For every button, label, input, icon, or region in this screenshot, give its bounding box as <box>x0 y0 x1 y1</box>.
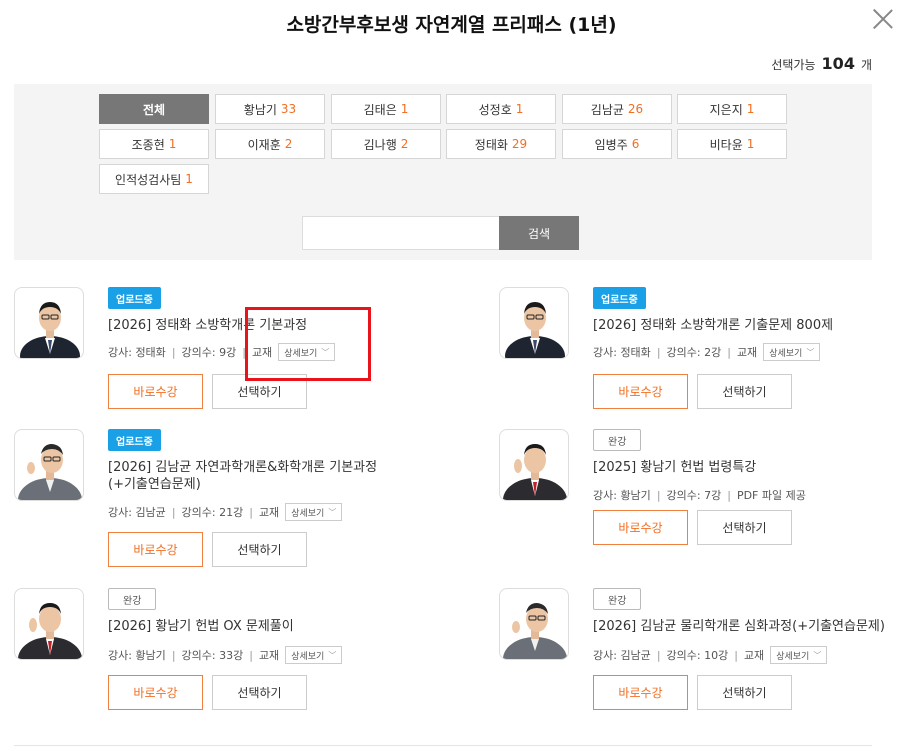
detail-dropdown[interactable]: 상세보기 ﹀ <box>770 646 828 664</box>
teacher-photo <box>14 588 84 660</box>
learn-now-button[interactable]: 바로수강 <box>593 675 688 710</box>
select-button[interactable]: 선택하기 <box>212 675 307 710</box>
detail-dropdown[interactable]: 상세보기 ﹀ <box>285 646 343 664</box>
status-badge: 업로드중 <box>593 287 646 309</box>
filter-chip[interactable]: 김나행 2 <box>331 129 441 159</box>
filter-chip[interactable]: 정태화 29 <box>446 129 556 159</box>
chevron-down-icon: ﹀ <box>806 347 815 357</box>
detail-dropdown[interactable]: 상세보기 ﹀ <box>285 503 343 521</box>
learn-now-button[interactable]: 바로수강 <box>593 374 688 409</box>
select-button[interactable]: 선택하기 <box>697 374 792 409</box>
filter-chip[interactable]: 황남기 33 <box>215 94 325 124</box>
modal-title: 소방간부후보생 자연계열 프리패스 (1년) <box>286 14 617 36</box>
filter-chip[interactable]: 조종현 1 <box>99 129 209 159</box>
teacher-photo <box>14 287 84 359</box>
course-card: 업로드중 [2026] 김남균 자연과학개론&화학개론 기본과정 (+기출연습문… <box>14 429 404 569</box>
course-meta: 강사: 김남균 | 강의수: 21강 | 교재 상세보기 ﹀ <box>108 503 343 521</box>
filter-chip[interactable]: 임병주 6 <box>562 129 672 159</box>
status-badge: 완강 <box>108 588 157 610</box>
teacher-photo <box>499 588 569 660</box>
select-button[interactable]: 선택하기 <box>212 374 307 409</box>
filter-chip[interactable]: 김태은 1 <box>331 94 441 124</box>
filter-chip[interactable]: 김남균 26 <box>562 94 672 124</box>
select-button[interactable]: 선택하기 <box>697 675 792 710</box>
status-badge: 업로드중 <box>108 429 161 451</box>
course-meta: 강사: 황남기 | 강의수: 7강 | PDF 파일 제공 <box>593 488 806 503</box>
chevron-down-icon: ﹀ <box>328 507 337 517</box>
teacher-filter-panel: 전체 황남기 33 김태은 1 성정호 1 김남균 26 지은지 1 조종현 1 이재훈 2 … <box>14 84 872 260</box>
course-meta: 강사: 황남기 | 강의수: 33강 | 교재 상세보기 ﹀ <box>108 646 343 664</box>
teacher-photo <box>14 429 84 501</box>
search-input[interactable] <box>302 216 500 250</box>
filter-chip[interactable]: 비타윤 1 <box>677 129 787 159</box>
status-badge: 완강 <box>593 588 642 610</box>
course-meta: 강사: 정태화 | 강의수: 2강 | 교재 상세보기 ﹀ <box>593 343 821 361</box>
detail-dropdown[interactable]: 상세보기 ﹀ <box>278 343 336 361</box>
course-title: [2025] 황남기 헌법 법령특강 <box>593 460 757 475</box>
divider <box>14 745 872 746</box>
course-title: [2026] 김남균 물리학개론 심화과정(+기출연습문제) <box>593 619 885 634</box>
chevron-down-icon: ﹀ <box>328 650 337 660</box>
search-button[interactable]: 검색 <box>499 216 579 250</box>
course-meta: 강사: 김남균 | 강의수: 10강 | 교재 상세보기 ﹀ <box>593 646 828 664</box>
learn-now-button[interactable]: 바로수강 <box>108 675 203 710</box>
course-title: [2026] 김남균 자연과학개론&화학개론 기본과정 (+기출연습문제) <box>108 460 378 492</box>
course-title: [2026] 정태화 소방학개론 기출문제 800제 <box>593 318 834 333</box>
filter-chip-all[interactable]: 전체 <box>99 94 209 124</box>
select-button[interactable]: 선택하기 <box>697 510 792 545</box>
course-card: 완강 [2025] 황남기 헌법 법령특강 강사: 황남기 | 강의수: 7강 | … <box>499 429 889 549</box>
learn-now-button[interactable]: 바로수강 <box>108 532 203 567</box>
select-button[interactable]: 선택하기 <box>212 532 307 567</box>
status-badge: 업로드중 <box>108 287 161 309</box>
teacher-photo <box>499 429 569 501</box>
filter-chip[interactable]: 성정호 1 <box>446 94 556 124</box>
course-card: 완강 [2026] 김남균 물리학개론 심화과정(+기출연습문제) 강사: 김남… <box>499 588 889 710</box>
course-card: 업로드중 [2026] 정태화 소방학개론 기출문제 800제 강사: 정태화 |… <box>499 287 889 412</box>
course-title: [2026] 정태화 소방학개론 기본과정 <box>108 318 308 333</box>
course-meta: 강사: 정태화 | 강의수: 9강 | 교재 상세보기 ﹀ <box>108 343 336 361</box>
detail-dropdown[interactable]: 상세보기 ﹀ <box>763 343 821 361</box>
count-value: 104 <box>821 54 855 73</box>
learn-now-button[interactable]: 바로수강 <box>108 374 203 409</box>
filter-chip[interactable]: 인적성검사팀 1 <box>99 164 209 194</box>
count-unit: 개 <box>860 58 872 72</box>
filter-chip[interactable]: 지은지 1 <box>677 94 787 124</box>
course-title: [2026] 황남기 헌법 OX 문제풀이 <box>108 619 294 634</box>
chevron-down-icon: ﹀ <box>813 650 822 660</box>
selectable-count: 선택가능 104 개 <box>771 54 872 73</box>
count-label: 선택가능 <box>771 58 816 72</box>
course-card: 업로드중 [2026] 정태화 소방학개론 기본과정 강사: 정태화 | 강의수:… <box>14 287 404 412</box>
course-card: 완강 [2026] 황남기 헌법 OX 문제풀이 강사: 황남기 | 강의수: 3… <box>14 588 404 710</box>
chevron-down-icon: ﹀ <box>321 347 330 357</box>
close-icon[interactable] <box>872 8 894 30</box>
learn-now-button[interactable]: 바로수강 <box>593 510 688 545</box>
teacher-photo <box>499 287 569 359</box>
filter-chip[interactable]: 이재훈 2 <box>215 129 325 159</box>
status-badge: 완강 <box>593 429 642 451</box>
